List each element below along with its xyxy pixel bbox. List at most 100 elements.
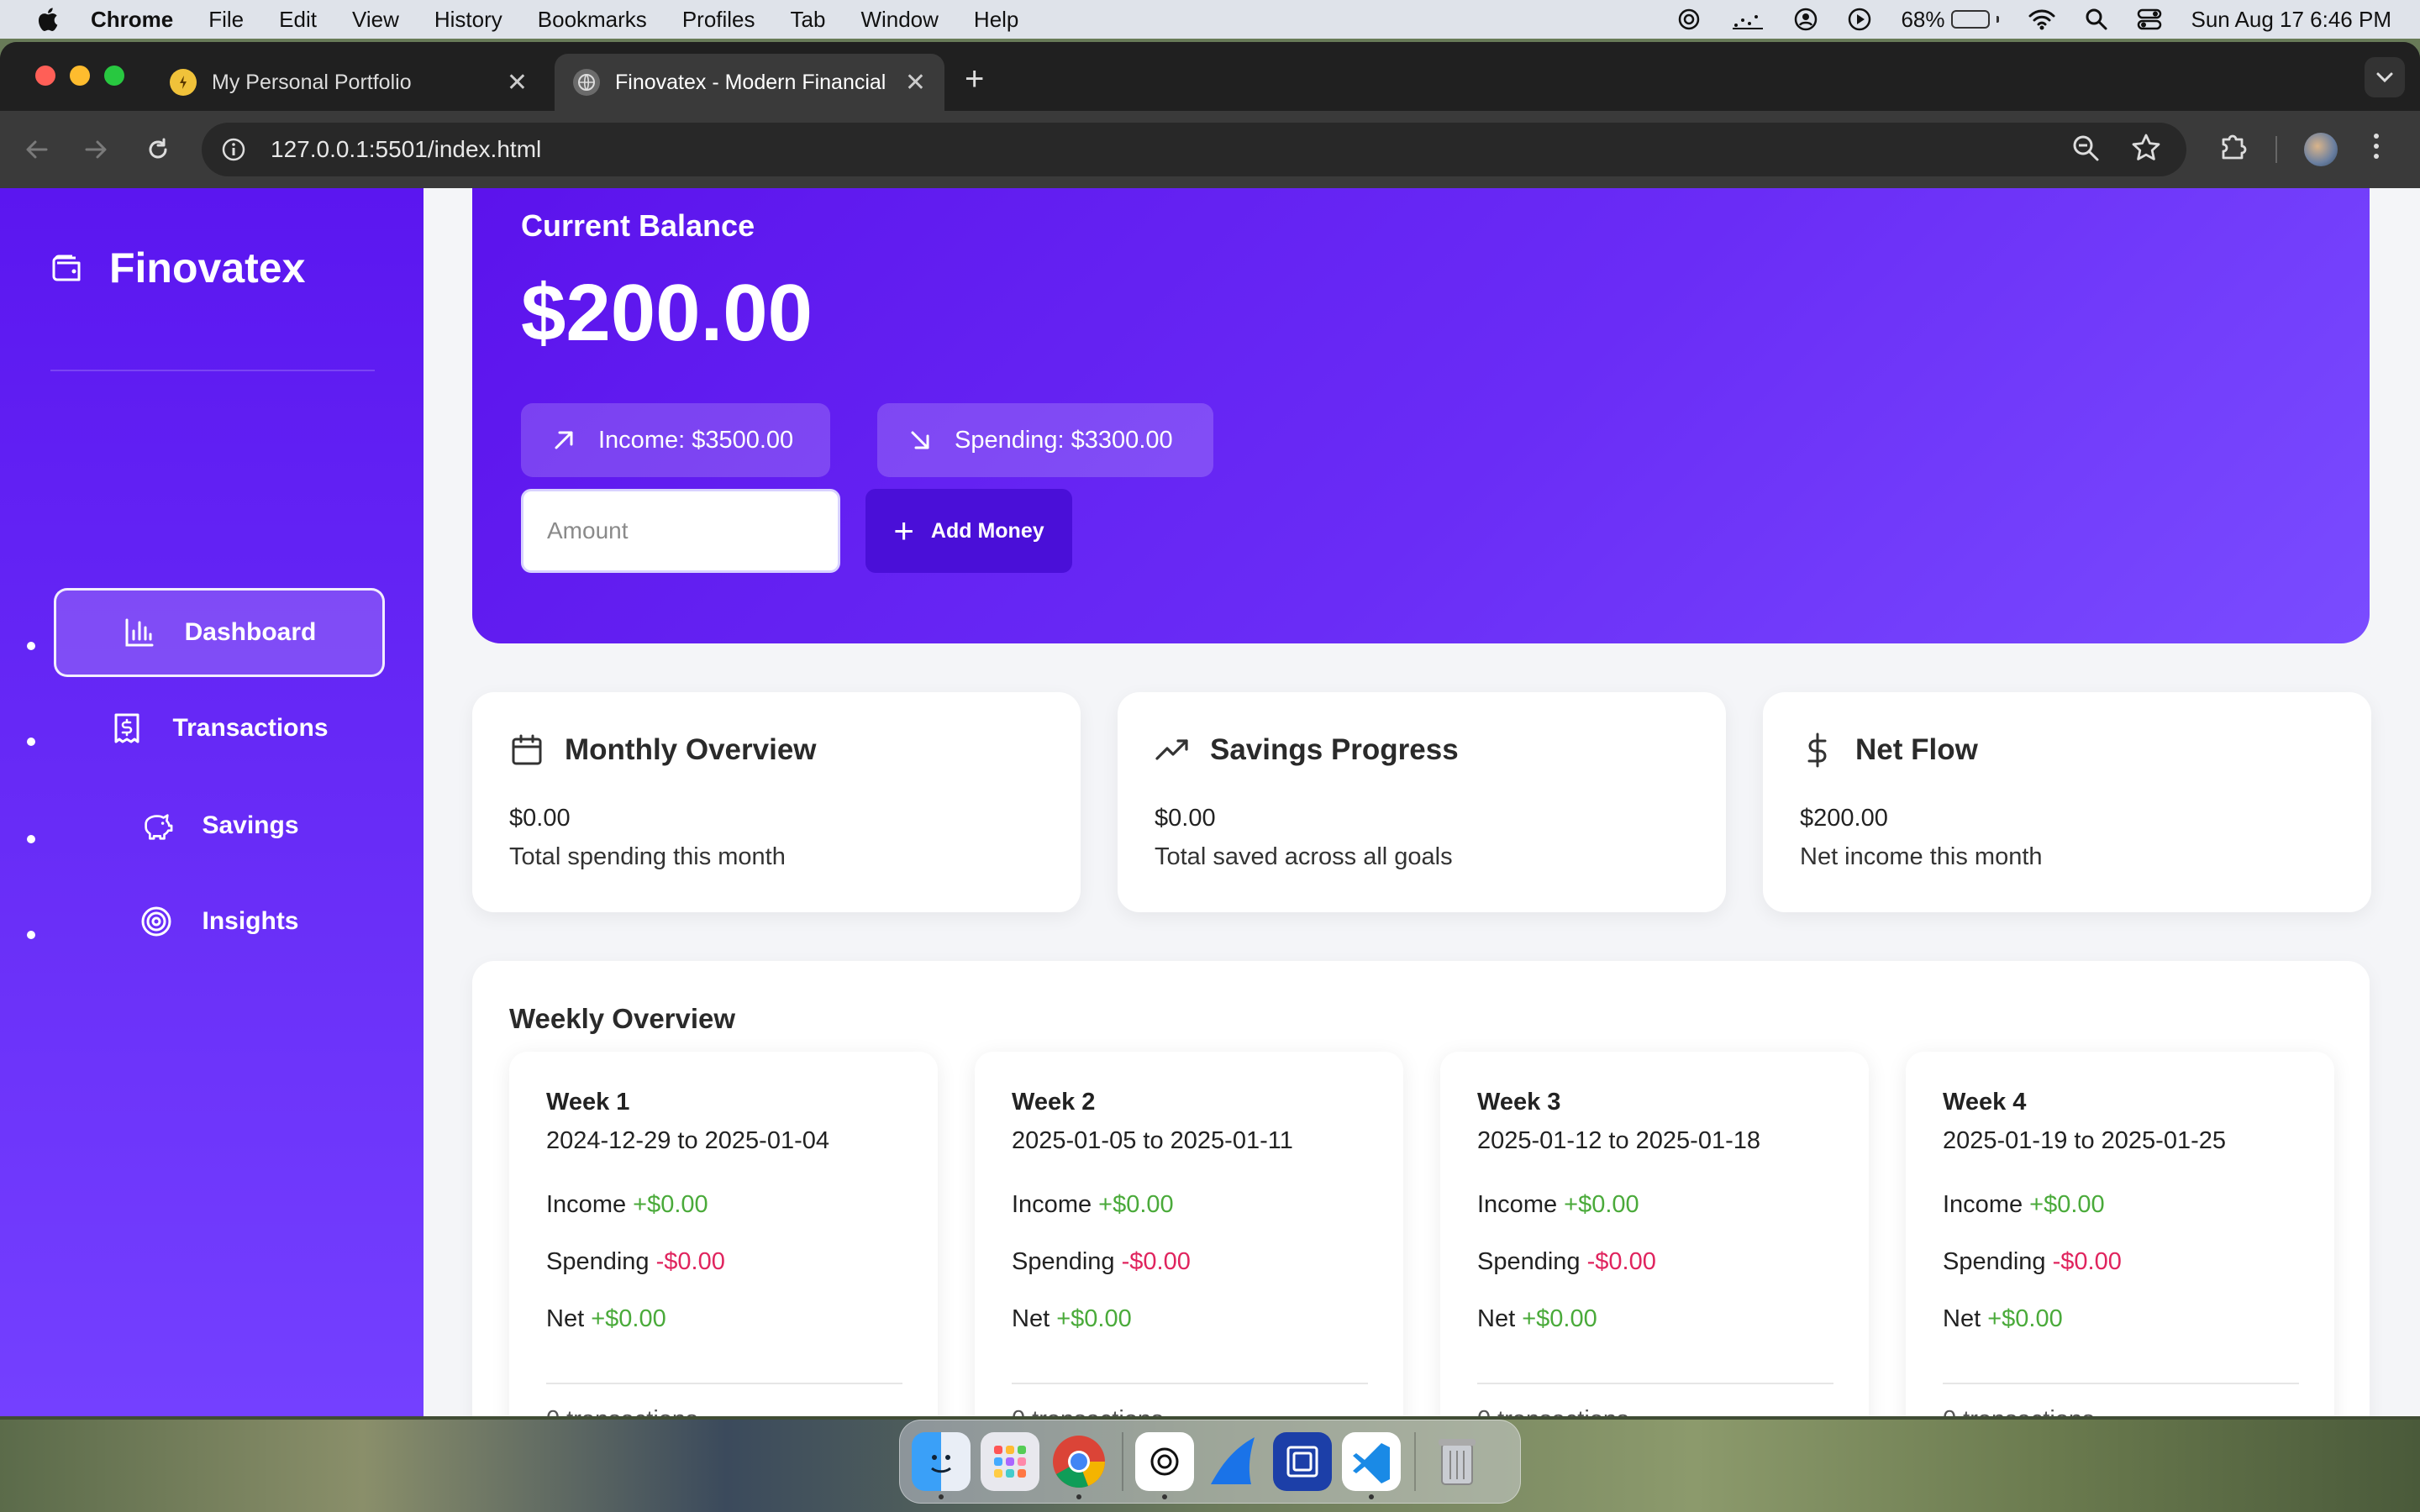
brand[interactable]: Finovatex [50, 244, 305, 292]
stat-title: Net Flow [1855, 733, 1978, 766]
nav-bullet [27, 738, 35, 746]
user-account-icon[interactable] [1793, 7, 1818, 32]
amount-input[interactable] [521, 489, 840, 573]
reload-icon[interactable] [139, 131, 176, 168]
zoom-window-button[interactable] [104, 66, 124, 86]
profile-avatar[interactable] [2304, 133, 2338, 166]
spotlight-search-icon[interactable] [2085, 8, 2108, 31]
stat-card-monthly-overview: Monthly Overview $0.00 Total spending th… [472, 692, 1081, 912]
brand-name: Finovatex [109, 244, 306, 291]
menu-help[interactable]: Help [974, 7, 1018, 33]
income-label: Income [1477, 1191, 1558, 1218]
menu-tab[interactable]: Tab [791, 7, 826, 33]
launchpad-icon[interactable] [981, 1432, 1039, 1491]
week-range: 2024-12-29 to 2025-01-04 [546, 1127, 829, 1154]
weekly-overview-title: Weekly Overview [509, 1003, 736, 1034]
tab-search-chevron-icon[interactable] [2365, 57, 2405, 97]
week-income-row: Income +$0.00 [1477, 1191, 1639, 1219]
balance-amount: $200.00 [521, 268, 813, 358]
sidebar: Finovatex Dashboard Transactions Savings… [0, 188, 424, 1416]
menu-profiles[interactable]: Profiles [682, 7, 755, 33]
zoom-icon[interactable] [2070, 133, 2101, 167]
week-net-row: Net +$0.00 [546, 1305, 666, 1333]
sidebar-item-dashboard[interactable]: Dashboard [54, 588, 385, 677]
new-tab-icon[interactable]: + [965, 60, 984, 98]
spending-value: -$0.00 [1586, 1248, 1656, 1275]
spending-label: Spending [546, 1248, 650, 1275]
battery-indicator[interactable]: 68% [1901, 7, 2000, 33]
minimize-window-button[interactable] [70, 66, 90, 86]
battery-nub [1996, 16, 2000, 23]
tab-portfolio[interactable]: My Personal Portfolio ✕ [151, 54, 546, 111]
add-money-button[interactable]: + Add Money [865, 489, 1072, 573]
menubar: Chrome File Edit View History Bookmarks … [0, 0, 2420, 39]
chatgpt-icon[interactable] [1135, 1432, 1194, 1499]
spending-value: -$0.00 [2052, 1248, 2122, 1275]
week-name: Week 3 [1477, 1089, 1561, 1116]
wifi-icon[interactable] [2028, 8, 2056, 31]
income-value: +$0.00 [2029, 1191, 2105, 1218]
bookmark-star-icon[interactable] [2131, 133, 2161, 167]
menubar-clock[interactable]: Sun Aug 17 6:46 PM [2191, 7, 2391, 33]
close-window-button[interactable] [35, 66, 55, 86]
chatgpt-status-icon[interactable] [1676, 6, 1702, 33]
globe-favicon-icon [573, 69, 600, 96]
nav-bullet [27, 931, 35, 939]
stat-description: Total saved across all goals [1155, 843, 1453, 870]
chrome-icon[interactable] [1050, 1432, 1108, 1499]
week-card[interactable]: Week 4 2025-01-19 to 2025-01-25 Income +… [1906, 1052, 2334, 1416]
menu-app-name[interactable]: Chrome [91, 7, 173, 33]
brand-divider [50, 370, 375, 371]
tab-finovatex[interactable]: Finovatex - Modern Financial ✕ [555, 54, 944, 111]
play-icon[interactable] [1847, 7, 1872, 32]
income-text: Income: $3500.00 [598, 426, 794, 454]
menu-window[interactable]: Window [860, 7, 938, 33]
stat-title: Monthly Overview [565, 733, 817, 766]
trash-icon[interactable] [1428, 1432, 1486, 1491]
close-tab-icon[interactable]: ✕ [507, 68, 528, 97]
menu-edit[interactable]: Edit [279, 7, 317, 33]
week-card[interactable]: Week 3 2025-01-12 to 2025-01-18 Income +… [1440, 1052, 1869, 1416]
finder-icon[interactable] [912, 1432, 971, 1499]
sidebar-item-transactions[interactable]: Transactions [54, 684, 385, 773]
bar-chart-icon [123, 616, 156, 649]
sidebar-item-label: Dashboard [184, 618, 317, 646]
back-arrow-icon[interactable] [18, 131, 55, 168]
address-bar[interactable]: 127.0.0.1:5501/index.html [202, 123, 2186, 176]
week-card[interactable]: Week 1 2024-12-29 to 2025-01-04 Income +… [509, 1052, 938, 1416]
week-income-row: Income +$0.00 [1012, 1191, 1174, 1219]
site-info-icon[interactable] [217, 133, 250, 166]
sync-status-icon[interactable] [1731, 8, 1765, 30]
menu-bookmarks[interactable]: Bookmarks [538, 7, 647, 33]
forward-arrow-icon[interactable] [77, 131, 114, 168]
extensions-puzzle-icon[interactable] [2218, 131, 2249, 161]
target-icon [139, 905, 173, 938]
running-indicator [1369, 1494, 1374, 1499]
week-card[interactable]: Week 2 2025-01-05 to 2025-01-11 Income +… [975, 1052, 1403, 1416]
vscode-icon[interactable] [1342, 1432, 1401, 1499]
apple-icon[interactable] [35, 7, 59, 32]
app-icon[interactable] [1273, 1432, 1332, 1491]
sidebar-item-label: Insights [202, 907, 299, 935]
menu-view[interactable]: View [352, 7, 399, 33]
browser-toolbar: 127.0.0.1:5501/index.html [0, 111, 2420, 188]
sidebar-item-savings[interactable]: Savings [54, 781, 385, 870]
net-value: +$0.00 [1056, 1305, 1132, 1332]
wireshark-icon[interactable] [1204, 1432, 1263, 1491]
status-area: 68% Sun Aug 17 6:46 PM [1676, 0, 2420, 39]
close-tab-icon[interactable]: ✕ [905, 68, 926, 97]
net-label: Net [1943, 1305, 1981, 1332]
battery-icon [1951, 10, 1991, 29]
week-net-row: Net +$0.00 [1943, 1305, 2063, 1333]
control-center-icon[interactable] [2137, 8, 2162, 31]
plus-icon: + [893, 511, 914, 550]
week-range: 2025-01-19 to 2025-01-25 [1943, 1127, 2226, 1154]
chrome-menu-icon[interactable] [2371, 131, 2381, 161]
avatar [2304, 133, 2338, 166]
week-divider [1012, 1383, 1368, 1384]
menu-file[interactable]: File [208, 7, 244, 33]
sidebar-item-insights[interactable]: Insights [54, 877, 385, 966]
menu-history[interactable]: History [434, 7, 502, 33]
weekly-overview: Weekly Overview Week 1 2024-12-29 to 202… [472, 961, 2370, 1416]
week-divider [1477, 1383, 1833, 1384]
